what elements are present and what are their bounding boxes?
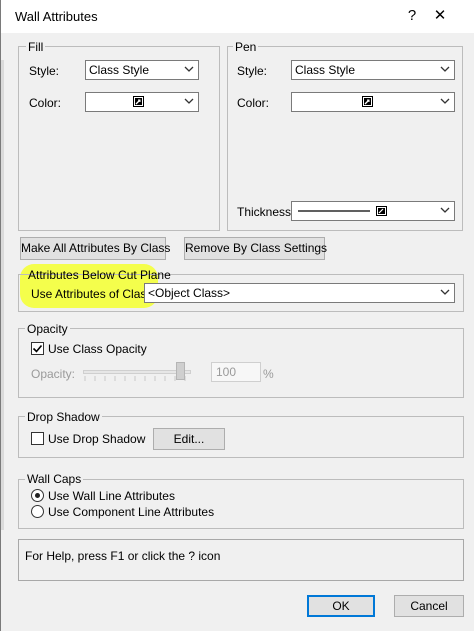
ok-button[interactable]: OK [307, 595, 375, 617]
object-class-dropdown[interactable]: <Object Class> [144, 283, 455, 303]
wall-line-attributes-radio[interactable] [31, 489, 44, 502]
color-swatch-icon [362, 96, 373, 107]
drop-shadow-group-label: Drop Shadow [25, 410, 102, 424]
wall-line-attributes-label: Use Wall Line Attributes [48, 489, 175, 503]
pen-thickness-label: Thickness: [237, 205, 295, 219]
opacity-unit-label: % [263, 367, 274, 381]
opacity-slider-track[interactable] [83, 370, 191, 374]
help-button[interactable]: ? [401, 6, 423, 26]
chevron-down-icon [440, 207, 450, 213]
component-line-attributes-label: Use Component Line Attributes [48, 505, 215, 519]
pen-color-label: Color: [237, 96, 270, 110]
fill-color-dropdown[interactable] [85, 92, 199, 112]
help-text: For Help, press F1 or click the ? icon [25, 549, 221, 563]
use-drop-shadow-checkbox[interactable] [31, 432, 44, 445]
use-class-opacity-checkbox[interactable] [31, 342, 44, 355]
radio-selected-dot [35, 493, 40, 498]
color-swatch-icon [133, 96, 144, 107]
chevron-down-icon [184, 66, 194, 72]
object-class-value: <Object Class> [148, 286, 231, 300]
checkmark-icon [32, 344, 43, 353]
background-app-edge [1, 60, 4, 530]
use-drop-shadow-label: Use Drop Shadow [48, 432, 146, 446]
make-all-attributes-by-class-button[interactable]: Make All Attributes By Class [20, 237, 170, 260]
opacity-group-label: Opacity [25, 322, 70, 336]
chevron-down-icon [440, 289, 450, 295]
pen-style-value: Class Style [295, 63, 356, 77]
fill-group-label: Fill [26, 40, 46, 54]
pen-color-dropdown[interactable] [291, 92, 455, 112]
opacity-value-field[interactable]: 100 [211, 362, 261, 382]
chevron-down-icon [440, 98, 450, 104]
cancel-button[interactable]: Cancel [394, 595, 464, 617]
chevron-down-icon [184, 98, 194, 104]
wall-attributes-dialog: Wall Attributes ? ✕ Fill Style: Class St… [0, 0, 474, 631]
cut-plane-group-label: Attributes Below Cut Plane [28, 268, 171, 282]
close-button[interactable]: ✕ [429, 6, 451, 26]
chevron-down-icon [440, 66, 450, 72]
component-line-attributes-radio[interactable] [31, 505, 44, 518]
opacity-slider-thumb[interactable] [176, 362, 185, 380]
fill-style-value: Class Style [89, 63, 150, 77]
use-attributes-of-class-label: Use Attributes of Class: [31, 287, 156, 301]
wall-caps-group [18, 479, 464, 529]
wall-caps-group-label: Wall Caps [25, 472, 84, 486]
fill-style-dropdown[interactable]: Class Style [85, 60, 199, 80]
title-bar: Wall Attributes ? ✕ [1, 0, 474, 33]
fill-style-label: Style: [29, 64, 60, 78]
fill-color-label: Color: [29, 96, 62, 110]
opacity-slider-ticks [84, 376, 186, 381]
edit-drop-shadow-button[interactable]: Edit... [153, 428, 225, 450]
pen-thickness-dropdown[interactable] [291, 201, 455, 221]
use-class-opacity-label: Use Class Opacity [48, 342, 147, 356]
line-thickness-preview-icon [298, 206, 387, 216]
remove-by-class-settings-button[interactable]: Remove By Class Settings [184, 237, 327, 260]
pen-style-label: Style: [237, 64, 268, 78]
pen-style-dropdown[interactable]: Class Style [291, 60, 455, 80]
dialog-title: Wall Attributes [15, 9, 98, 24]
pen-group-label: Pen [233, 40, 259, 54]
opacity-label: Opacity: [31, 367, 76, 381]
